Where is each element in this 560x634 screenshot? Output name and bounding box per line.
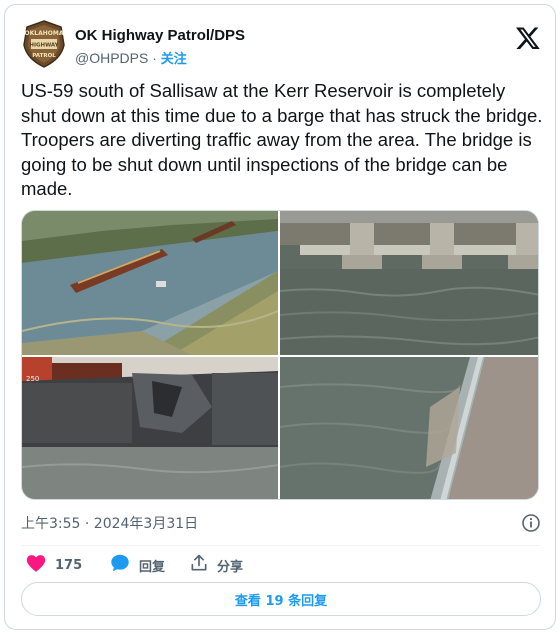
timestamp-row: 上午3:55 · 2024年3月31日 bbox=[21, 513, 541, 535]
handle-separator: · bbox=[152, 50, 157, 66]
info-icon[interactable] bbox=[521, 513, 541, 533]
share-icon bbox=[189, 553, 209, 577]
tweet-text: US-59 south of Sallisaw at the Kerr Rese… bbox=[21, 80, 543, 199]
heart-icon bbox=[25, 552, 47, 578]
share-label: 分享 bbox=[217, 559, 244, 575]
photo-aerial-barge[interactable] bbox=[22, 211, 278, 355]
avatar-badge-middle: HIGHWAY bbox=[29, 43, 59, 49]
author-name[interactable]: OK Highway Patrol/DPS bbox=[75, 27, 245, 44]
divider bbox=[21, 545, 541, 546]
reply-button[interactable]: 回复 bbox=[109, 552, 165, 578]
photo-bridge-pillars[interactable] bbox=[280, 211, 538, 355]
share-button[interactable]: 分享 bbox=[189, 552, 243, 578]
tweet-header: OKLAHOMA HIGHWAY PATROL OK Highway Patro… bbox=[21, 19, 541, 69]
action-bar: 175 回复 分享 bbox=[21, 552, 541, 578]
author-handle-row: @OHPDPS · 关注 bbox=[75, 48, 187, 67]
reply-bubble-icon bbox=[109, 552, 131, 578]
media-grid: 250 bbox=[21, 210, 539, 500]
view-replies-button[interactable]: 查看 19 条回复 bbox=[21, 582, 541, 616]
follow-button[interactable]: 关注 bbox=[161, 52, 187, 67]
photo-bridge-support-wall[interactable] bbox=[280, 357, 538, 499]
author-handle[interactable]: @OHPDPS bbox=[75, 50, 148, 66]
like-count: 175 bbox=[55, 557, 83, 573]
reply-label: 回复 bbox=[139, 559, 166, 575]
svg-text:250: 250 bbox=[26, 375, 39, 383]
avatar-badge-bottom: PATROL bbox=[32, 53, 56, 59]
like-button[interactable]: 175 bbox=[25, 552, 82, 578]
x-logo-icon[interactable] bbox=[515, 25, 541, 51]
avatar-badge-top: OKLAHOMA bbox=[25, 30, 64, 37]
photo-damaged-barge[interactable]: 250 bbox=[22, 357, 278, 499]
ohp-badge-icon[interactable]: OKLAHOMA HIGHWAY PATROL bbox=[21, 19, 67, 69]
tweet-card: OKLAHOMA HIGHWAY PATROL OK Highway Patro… bbox=[4, 4, 556, 630]
timestamp[interactable]: 上午3:55 · 2024年3月31日 bbox=[21, 516, 198, 532]
